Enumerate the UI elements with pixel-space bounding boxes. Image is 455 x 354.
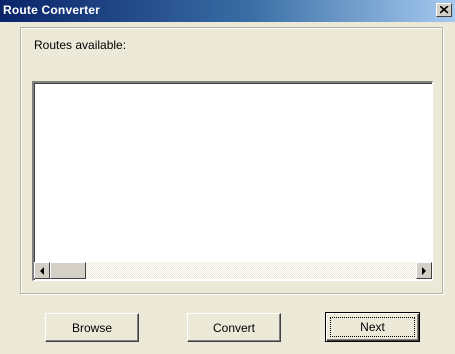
scroll-right-button[interactable] (416, 262, 432, 279)
title-bar[interactable]: Route Converter (0, 0, 455, 22)
browse-button[interactable]: Browse (45, 313, 139, 342)
arrow-right-icon (422, 267, 426, 275)
convert-button[interactable]: Convert (187, 313, 281, 342)
routes-available-label: Routes available: (34, 38, 127, 52)
scroll-left-button[interactable] (34, 262, 50, 279)
close-icon (440, 6, 449, 14)
horizontal-scrollbar[interactable] (34, 262, 432, 279)
arrow-left-icon (40, 267, 44, 275)
scroll-thumb[interactable] (50, 262, 86, 279)
routes-listbox[interactable] (32, 81, 433, 281)
next-button[interactable]: Next (325, 312, 420, 342)
close-button[interactable] (436, 3, 452, 17)
focus-ring (330, 317, 415, 337)
window-title: Route Converter (3, 3, 101, 17)
